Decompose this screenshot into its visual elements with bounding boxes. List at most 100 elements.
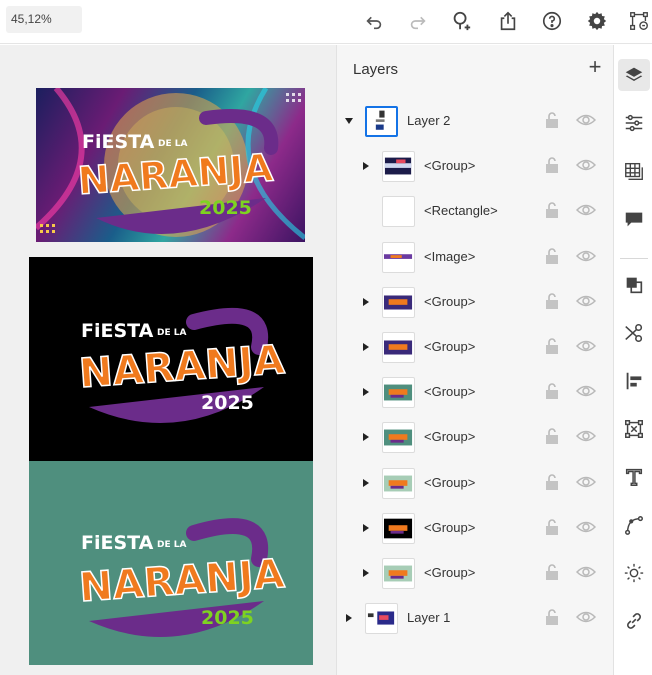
chevron-right-icon[interactable] — [343, 611, 355, 625]
layer-label: <Group> — [424, 474, 476, 490]
eye-icon[interactable] — [576, 563, 596, 581]
poster1-line1-small: DE LA — [158, 139, 187, 149]
layer-row[interactable]: <Group> — [337, 551, 613, 596]
layer-row[interactable]: <Group> — [337, 325, 613, 370]
layer-thumbnail — [382, 151, 415, 183]
lock-icon[interactable] — [543, 337, 561, 355]
poster3-line1: FiESTA — [81, 532, 154, 554]
pathfinder-icon[interactable] — [618, 269, 650, 301]
layer-row[interactable]: Layer 1 — [337, 596, 613, 641]
lock-icon[interactable] — [543, 292, 561, 310]
gear-puzzle-icon[interactable] — [618, 557, 650, 589]
chevron-right-icon[interactable] — [360, 340, 372, 354]
eye-icon[interactable] — [576, 247, 596, 265]
properties-icon[interactable] — [618, 107, 650, 139]
layer-label: <Group> — [424, 519, 476, 535]
libraries-icon[interactable] — [618, 155, 650, 187]
layer-row[interactable]: <Group> — [337, 370, 613, 415]
layers-panel: Layers + Layer 2 <Group> <Rectangle> <Image… — [337, 45, 613, 675]
lock-icon[interactable] — [543, 473, 561, 491]
help-icon[interactable] — [539, 8, 565, 34]
link-icon[interactable] — [618, 605, 650, 637]
layer-label: <Group> — [424, 429, 476, 445]
layer-thumbnail — [382, 467, 415, 499]
chevron-right-icon[interactable] — [360, 385, 372, 399]
undo-icon[interactable] — [361, 8, 387, 34]
lock-icon[interactable] — [543, 608, 561, 626]
poster3-line1-small: DE LA — [157, 540, 186, 550]
lock-icon[interactable] — [543, 518, 561, 536]
canvas[interactable]: FiESTA DE LA NARANJA 2025 FiESTA DE LA N… — [0, 45, 337, 675]
artboard-teal[interactable]: FiESTA DE LA NARANJA 2025 — [29, 461, 313, 665]
lock-icon[interactable] — [543, 111, 561, 129]
eye-icon[interactable] — [576, 337, 596, 355]
zoom-field[interactable]: 45,12% — [6, 6, 82, 33]
align-icon[interactable] — [618, 365, 650, 397]
lock-icon[interactable] — [543, 427, 561, 445]
add-user-icon[interactable] — [448, 8, 474, 34]
layers-icon[interactable] — [618, 59, 650, 91]
layer-row[interactable]: <Group> — [337, 415, 613, 460]
poster3-line3: 2025 — [201, 607, 254, 629]
settings-icon[interactable] — [584, 8, 610, 34]
pen-curve-icon[interactable] — [618, 509, 650, 541]
layer-row[interactable]: Layer 2 — [337, 99, 613, 144]
lock-icon[interactable] — [543, 563, 561, 581]
layer-thumbnail — [382, 332, 415, 363]
chevron-right-icon[interactable] — [360, 159, 372, 173]
layer-row[interactable]: <Group> — [337, 280, 613, 325]
poster2-line1: FiESTA — [81, 320, 154, 342]
layer-thumbnail — [382, 558, 415, 589]
layer-label: <Group> — [424, 293, 476, 309]
eye-icon[interactable] — [576, 473, 596, 491]
layer-thumbnail — [365, 603, 398, 635]
layer-row[interactable]: <Rectangle> — [337, 189, 613, 234]
eye-icon[interactable] — [576, 292, 596, 310]
chevron-right-icon[interactable] — [360, 430, 372, 444]
layer-row[interactable]: <Group> — [337, 144, 613, 189]
top-toolbar: 45,12% — [0, 0, 652, 44]
lock-icon[interactable] — [543, 201, 561, 219]
type-icon[interactable] — [618, 461, 650, 493]
layer-label: <Group> — [424, 565, 476, 580]
transform-icon[interactable] — [618, 413, 650, 445]
lock-icon[interactable] — [543, 156, 561, 174]
eye-icon[interactable] — [576, 156, 596, 174]
lock-icon[interactable] — [543, 247, 561, 265]
layer-thumbnail — [365, 106, 398, 137]
chevron-right-icon[interactable] — [360, 521, 372, 535]
share-icon[interactable] — [495, 8, 521, 34]
layer-row[interactable]: <Group> — [337, 506, 613, 551]
right-tool-rail — [613, 45, 652, 675]
eye-icon[interactable] — [576, 111, 596, 129]
artboard-black[interactable]: FiESTA DE LA NARANJA 2025 — [29, 257, 313, 461]
layer-label: Layer 2 — [407, 113, 451, 128]
path-select-icon[interactable] — [626, 8, 652, 34]
artboard-colorful[interactable]: FiESTA DE LA NARANJA 2025 — [36, 88, 305, 242]
layer-label: <Group> — [424, 339, 476, 354]
chevron-right-icon[interactable] — [360, 476, 372, 490]
layer-thumbnail — [382, 196, 415, 228]
eye-icon[interactable] — [576, 608, 596, 626]
comments-icon[interactable] — [618, 203, 650, 235]
plus-icon[interactable]: + — [585, 55, 605, 79]
layer-thumbnail — [382, 512, 415, 544]
chevron-down-icon[interactable] — [343, 114, 355, 128]
lock-icon[interactable] — [543, 382, 561, 400]
layer-label: <Group> — [424, 384, 476, 400]
layer-label: Layer 1 — [407, 610, 451, 626]
eye-icon[interactable] — [576, 201, 596, 219]
layer-row[interactable]: <Group> — [337, 461, 613, 506]
rail-divider — [620, 258, 648, 259]
eye-icon[interactable] — [576, 382, 596, 400]
redo-icon[interactable] — [405, 8, 431, 34]
scissors-icon[interactable] — [618, 317, 650, 349]
poster1-line1: FiESTA — [82, 131, 155, 153]
layer-row[interactable]: <Image> — [337, 235, 613, 280]
poster1-line3: 2025 — [199, 197, 252, 219]
eye-icon[interactable] — [576, 427, 596, 445]
layer-thumbnail — [382, 422, 415, 454]
chevron-right-icon[interactable] — [360, 566, 372, 580]
chevron-right-icon[interactable] — [360, 295, 372, 309]
eye-icon[interactable] — [576, 518, 596, 536]
